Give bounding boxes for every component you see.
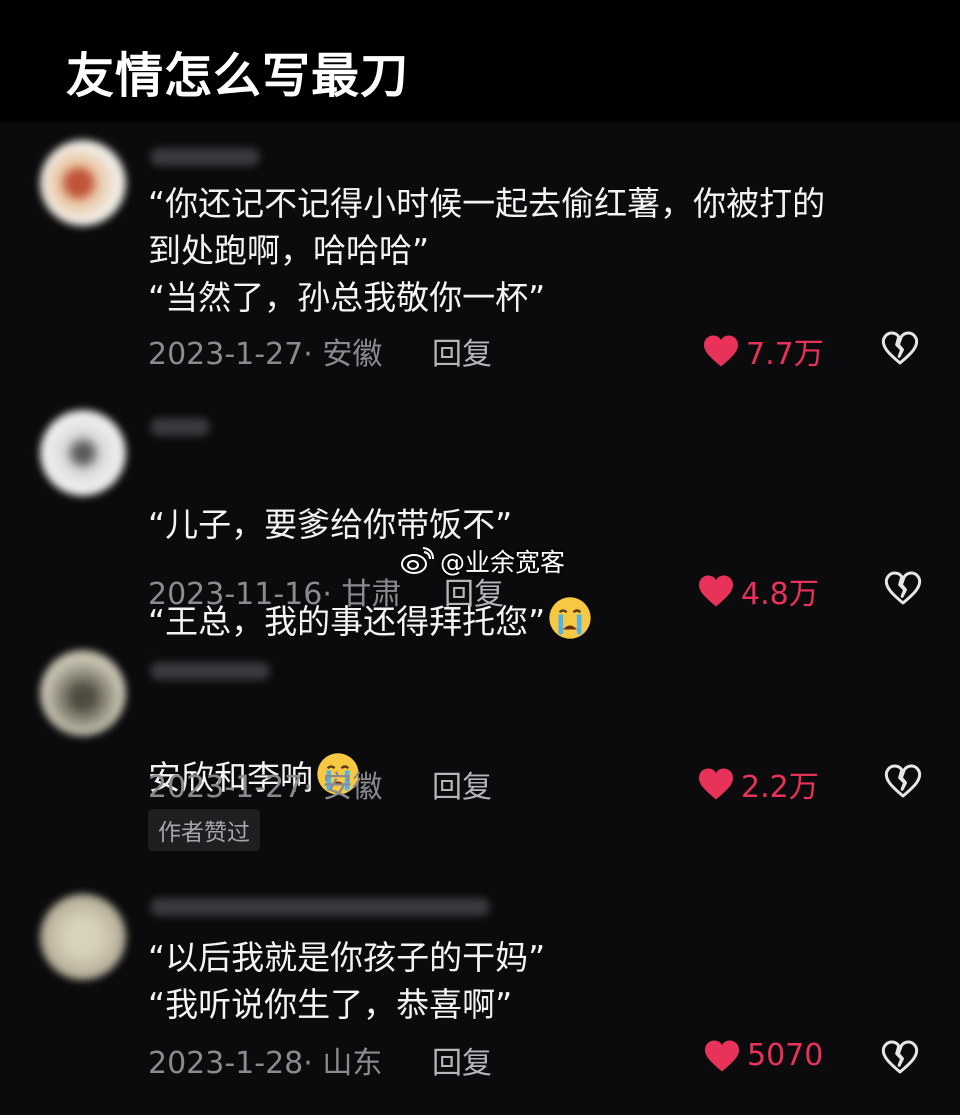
author-liked-badge: 作者赞过 — [148, 809, 260, 851]
username-blurred[interactable] — [150, 662, 270, 680]
watermark: @业余宽客 — [400, 543, 565, 579]
comment-text: “你还记不记得小时候一起去偷红薯，你被打的 到处跑啊，哈哈哈” “当然了，孙总我… — [148, 184, 826, 317]
reply-button[interactable]: 回复 — [432, 1038, 492, 1082]
avatar[interactable] — [40, 650, 126, 736]
username-blurred[interactable] — [150, 898, 490, 916]
avatar[interactable] — [40, 894, 126, 980]
like-count: 4.8万 — [741, 577, 819, 612]
comment-date-location: 2023-1-28· 山东 — [148, 1046, 383, 1081]
broken-heart-icon[interactable] — [883, 762, 923, 800]
like-count: 5070 — [747, 1038, 824, 1073]
comment-item: “你还记不记得小时候一起去偷红薯，你被打的 到处跑啊，哈哈哈” “当然了，孙总我… — [0, 122, 960, 392]
comment-text: “以后我就是你孩子的干妈” “我听说你生了，恭喜啊” — [148, 938, 546, 1024]
comment-item: “儿子，要爹给你带饭不” “王总，我的事还得拜托您” 2023-11-16· 甘… — [0, 392, 960, 641]
reply-button[interactable]: 回复 — [432, 329, 492, 373]
comment-date-location: 2023-1-27· 安徽 — [148, 770, 383, 805]
broken-heart-icon[interactable] — [880, 1038, 920, 1076]
like-count: 2.2万 — [741, 770, 819, 805]
watermark-text: @业余宽客 — [440, 548, 566, 577]
broken-heart-icon[interactable] — [883, 569, 923, 607]
page-title: 友情怎么写最刀 — [66, 48, 410, 104]
comment-item: 安欣和李响 2023-1-27· 安徽 回复 2.2万 作者赞过 — [0, 632, 960, 882]
heart-icon — [699, 768, 733, 800]
username-blurred[interactable] — [150, 148, 260, 166]
heart-icon — [699, 575, 733, 607]
comment-date-location: 2023-1-27· 安徽 — [148, 337, 383, 372]
like-button[interactable]: 4.8万 — [697, 569, 819, 613]
comment-line: “儿子，要爹给你带饭不” — [148, 505, 513, 544]
header-bar: 友情怎么写最刀 — [0, 0, 960, 122]
weibo-icon — [401, 547, 434, 574]
comment-item: “以后我就是你孩子的干妈” “我听说你生了，恭喜啊” 2023-1-28· 山东… — [0, 882, 960, 1115]
comment-date-location: 2023-11-16· 甘肃 — [148, 577, 402, 612]
avatar[interactable] — [40, 410, 126, 496]
heart-icon — [705, 1040, 739, 1071]
like-button[interactable]: 5070 — [703, 1038, 823, 1073]
like-count: 7.7万 — [746, 337, 824, 372]
username-blurred[interactable] — [150, 418, 210, 436]
avatar[interactable] — [40, 140, 126, 226]
heart-icon — [704, 335, 738, 367]
like-button[interactable]: 2.2万 — [697, 762, 819, 806]
like-button[interactable]: 7.7万 — [702, 329, 824, 373]
reply-button[interactable]: 回复 — [432, 762, 492, 806]
broken-heart-icon[interactable] — [880, 329, 920, 367]
